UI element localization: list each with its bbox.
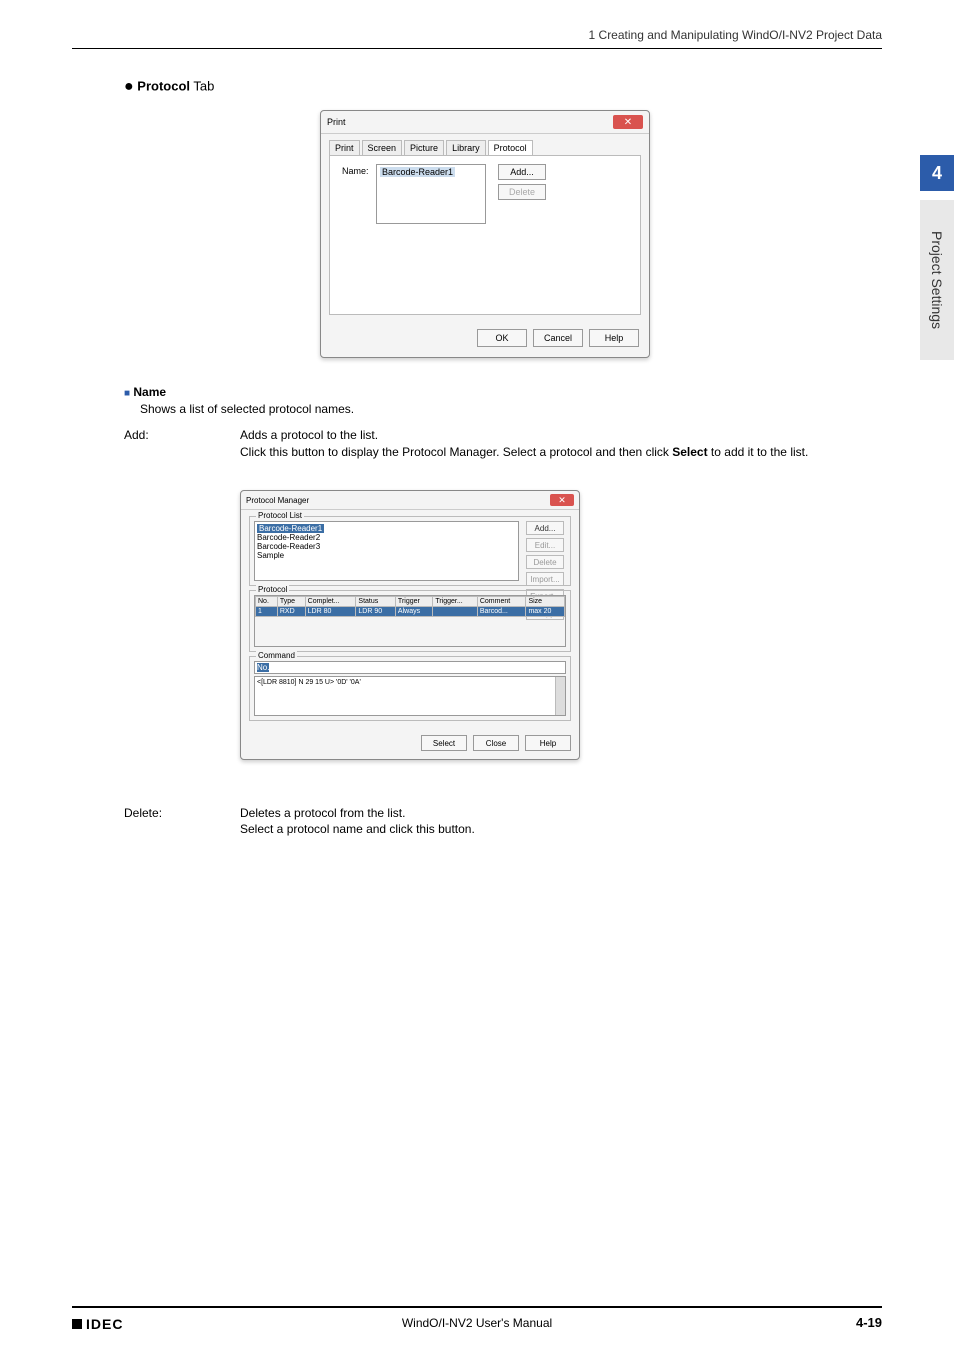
protocol-table-wrap: No. Type Complet... Status Trigger Trigg… <box>254 595 566 647</box>
pm-titlebar: Protocol Manager ✕ <box>241 491 579 510</box>
col-complete: Complet... <box>305 597 356 607</box>
table-header-row: No. Type Complet... Status Trigger Trigg… <box>256 597 565 607</box>
group-label: Protocol <box>256 585 289 594</box>
col-type: Type <box>277 597 305 607</box>
dialog-titlebar: Print ✕ <box>321 111 649 134</box>
protocol-table[interactable]: No. Type Complet... Status Trigger Trigg… <box>255 596 565 617</box>
section-label: Protocol <box>137 78 190 93</box>
footer-title: WindO/I-NV2 User's Manual <box>0 1316 954 1330</box>
add-desc-part-a: Click this button to display the Protoco… <box>240 445 672 459</box>
cell: Always <box>395 607 432 617</box>
name-heading-text: Name <box>133 385 166 399</box>
pm-body: Protocol List Barcode-Reader1 Barcode-Re… <box>241 510 579 731</box>
name-description: Shows a list of selected protocol names. <box>140 402 354 416</box>
footer-page-number: 4-19 <box>856 1315 882 1330</box>
col-trigger2: Trigger... <box>433 597 478 607</box>
pm-delete-button: Delete <box>526 555 564 569</box>
pm-import-button: Import... <box>526 572 564 586</box>
cell: Barcod... <box>477 607 526 617</box>
chapter-badge: 4 <box>920 155 954 191</box>
pm-edit-button: Edit... <box>526 538 564 552</box>
tab-picture[interactable]: Picture <box>404 140 444 155</box>
close-icon[interactable]: ✕ <box>613 115 643 129</box>
col-trigger: Trigger <box>395 597 432 607</box>
protocol-list[interactable]: Barcode-Reader1 Barcode-Reader2 Barcode-… <box>254 521 519 581</box>
cell: LDR 90 <box>356 607 396 617</box>
dialog-footer: OK Cancel Help <box>321 323 649 357</box>
footer-rule <box>72 1306 882 1308</box>
pm-footer: Select Close Help <box>241 731 579 759</box>
delete-term: Delete: <box>124 806 162 820</box>
command-group: Command No. <[LDR 8810] N 29 15 U> '0D' … <box>249 656 571 721</box>
col-comment: Comment <box>477 597 526 607</box>
list-item[interactable]: Barcode-Reader2 <box>257 533 516 542</box>
close-icon[interactable]: ✕ <box>550 494 574 506</box>
list-item[interactable]: Sample <box>257 551 516 560</box>
protocol-manager-dialog: Protocol Manager ✕ Protocol List Barcode… <box>240 490 580 760</box>
pm-add-button[interactable]: Add... <box>526 521 564 535</box>
list-item[interactable]: Barcode-Reader1 <box>380 167 455 177</box>
add-button[interactable]: Add... <box>498 164 546 180</box>
cell: LDR 80 <box>305 607 356 617</box>
cell <box>433 607 478 617</box>
protocol-list-group: Protocol List Barcode-Reader1 Barcode-Re… <box>249 516 571 586</box>
scrollbar[interactable] <box>555 677 565 715</box>
name-heading: ■ Name <box>124 385 166 399</box>
list-item[interactable]: Barcode-Reader1 <box>257 524 324 533</box>
list-item[interactable]: Barcode-Reader3 <box>257 542 516 551</box>
header-breadcrumb: 1 Creating and Manipulating WindO/I-NV2 … <box>589 28 882 42</box>
dialog-tabs: Print Screen Picture Library Protocol <box>321 134 649 155</box>
section-suffix: Tab <box>193 78 214 93</box>
section-heading: ● Protocol Tab <box>124 78 214 96</box>
col-size: Size <box>526 597 565 607</box>
add-desc-line2: Click this button to display the Protoco… <box>240 444 874 460</box>
dialog-body: Name: Barcode-Reader1 Add... Delete <box>329 155 641 315</box>
help-button[interactable]: Help <box>589 329 639 347</box>
protocol-table-group: Protocol No. Type Complet... Status Trig… <box>249 590 571 652</box>
tab-print[interactable]: Print <box>329 140 360 155</box>
cell: RXD <box>277 607 305 617</box>
command-no-header: No. <box>254 661 566 674</box>
pm-title: Protocol Manager <box>246 496 309 505</box>
tab-library[interactable]: Library <box>446 140 486 155</box>
command-content: <[LDR 8810] N 29 15 U> '0D' '0A' <box>257 679 361 686</box>
print-dialog: Print ✕ Print Screen Picture Library Pro… <box>320 110 650 358</box>
command-text[interactable]: <[LDR 8810] N 29 15 U> '0D' '0A' <box>254 676 566 716</box>
name-field-label: Name: <box>342 166 369 176</box>
header-rule <box>72 48 882 49</box>
col-no: No. <box>256 597 278 607</box>
tab-screen[interactable]: Screen <box>362 140 403 155</box>
group-label: Protocol List <box>256 511 304 520</box>
chapter-title: Project Settings <box>920 200 954 360</box>
delete-desc-line2: Select a protocol name and click this bu… <box>240 822 475 836</box>
add-desc-bold: Select <box>672 445 707 459</box>
delete-button: Delete <box>498 184 546 200</box>
table-row[interactable]: 1 RXD LDR 80 LDR 90 Always Barcod... max… <box>256 607 565 617</box>
close-button[interactable]: Close <box>473 735 519 751</box>
delete-desc-line1: Deletes a protocol from the list. <box>240 806 405 820</box>
square-bullet-icon: ■ <box>124 388 130 399</box>
add-term: Add: <box>124 428 149 442</box>
ok-button[interactable]: OK <box>477 329 527 347</box>
cell: max 20 <box>526 607 565 617</box>
tab-protocol[interactable]: Protocol <box>488 140 533 155</box>
cmd-no-label: No. <box>257 663 269 672</box>
cancel-button[interactable]: Cancel <box>533 329 583 347</box>
select-button[interactable]: Select <box>421 735 467 751</box>
cell: 1 <box>256 607 278 617</box>
add-desc-part-b: to add it to the list. <box>708 445 809 459</box>
dialog-title: Print <box>327 117 346 127</box>
protocol-name-list[interactable]: Barcode-Reader1 <box>376 164 486 224</box>
add-desc-line1: Adds a protocol to the list. <box>240 428 378 442</box>
bullet-icon: ● <box>124 78 134 95</box>
help-button[interactable]: Help <box>525 735 571 751</box>
group-label: Command <box>256 651 297 660</box>
col-status: Status <box>356 597 396 607</box>
